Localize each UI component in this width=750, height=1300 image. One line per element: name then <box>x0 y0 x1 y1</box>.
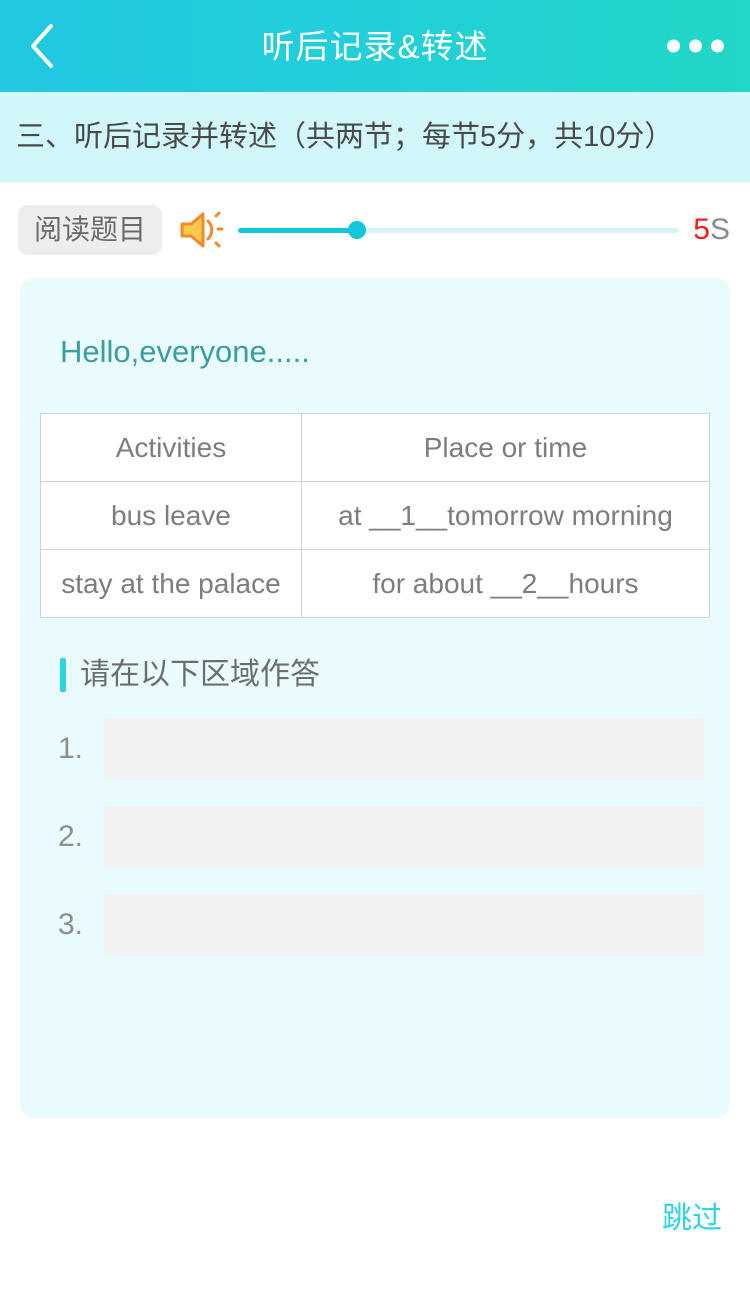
more-dots-icon <box>689 39 702 53</box>
more-dots-icon <box>667 39 680 53</box>
answer-number: 2. <box>58 820 84 853</box>
answer-input-1[interactable] <box>104 718 704 780</box>
timer-value: 5 <box>693 213 710 246</box>
answer-section-heading: 请在以下区域作答 <box>60 658 710 692</box>
table-row: stay at the palace for about __2__hours <box>40 549 711 618</box>
accent-bar-icon <box>60 658 66 692</box>
progress-fill <box>238 227 358 233</box>
progress-thumb[interactable] <box>348 221 367 239</box>
table-header-cell: Place or time <box>300 413 711 482</box>
table-cell-activity: bus leave <box>40 481 302 550</box>
page-footer: 跳过 <box>0 1118 750 1300</box>
more-options-button[interactable] <box>663 30 728 63</box>
table-cell-place-time: for about __2__hours <box>300 549 711 618</box>
skip-button[interactable]: 跳过 <box>662 1204 722 1234</box>
table-header-cell: Activities <box>40 413 302 482</box>
note-taking-table: Activities Place or time bus leave at __… <box>40 413 711 618</box>
table-header-row: Activities Place or time <box>40 413 711 482</box>
answer-section-heading-text: 请在以下区域作答 <box>80 658 320 691</box>
audio-progress-slider[interactable] <box>238 215 680 245</box>
table-cell-activity: stay at the palace <box>40 549 302 618</box>
read-question-tag[interactable]: 阅读题目 <box>18 205 163 255</box>
answer-input-2[interactable] <box>104 806 704 868</box>
table-row: bus leave at __1__tomorrow morning <box>40 481 711 550</box>
page-title: 听后记录&转述 <box>261 27 489 65</box>
answer-number: 3. <box>58 908 84 941</box>
back-button[interactable] <box>14 18 70 74</box>
audio-player-row: 阅读题目 5S <box>0 182 750 278</box>
answer-row: 1. <box>46 718 710 780</box>
more-dots-icon <box>711 39 724 53</box>
section-subtitle-bar: 三、听后记录并转述（共两节；每节5分，共10分） <box>0 92 750 182</box>
navigation-bar: 听后记录&转述 <box>0 0 750 92</box>
chevron-left-icon <box>27 22 57 70</box>
answer-input-list: 1. 2. 3. <box>40 718 710 956</box>
speaker-volume-icon[interactable] <box>178 208 226 252</box>
table-cell-place-time: at __1__tomorrow morning <box>300 481 711 550</box>
answer-input-3[interactable] <box>104 894 704 956</box>
answer-number: 1. <box>58 732 84 765</box>
answer-row: 3. <box>46 894 710 956</box>
answer-row: 2. <box>46 806 710 868</box>
greeting-text: Hello,everyone..... <box>60 334 310 369</box>
question-content-card: Hello,everyone..... Activities Place or … <box>20 278 730 1118</box>
exam-listening-page: 听后记录&转述 三、听后记录并转述（共两节；每节5分，共10分） 阅读题目 5S… <box>0 0 750 1300</box>
countdown-timer: 5S <box>693 215 730 245</box>
section-subtitle-text: 三、听后记录并转述（共两节；每节5分，共10分） <box>16 120 674 153</box>
timer-unit: S <box>709 213 730 246</box>
